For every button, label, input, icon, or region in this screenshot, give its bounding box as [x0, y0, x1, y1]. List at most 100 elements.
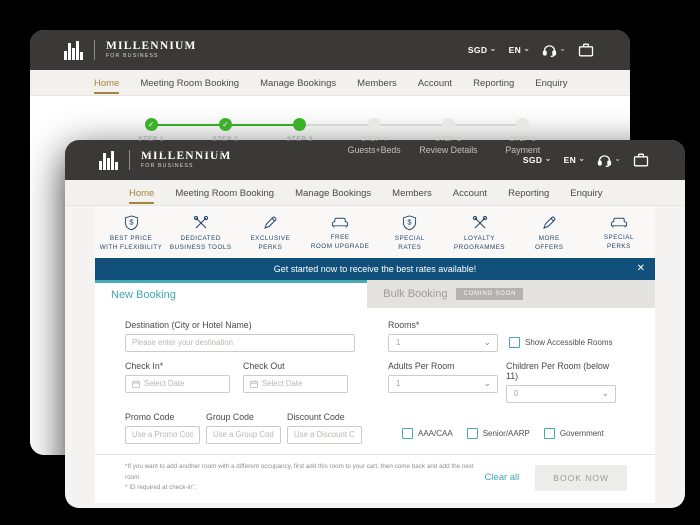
group-code-label: Group Code — [206, 411, 254, 422]
step-1-search[interactable]: ✓ STEP 1 Search — [114, 108, 188, 155]
children-label: Children Per Room (below 11) — [506, 360, 610, 381]
promo-code-input[interactable] — [125, 425, 200, 444]
promo-code-label: Promo Code — [125, 411, 175, 422]
chevron-down-icon: ⌄ — [559, 44, 566, 53]
nav-item-home[interactable]: Home — [129, 182, 155, 204]
checkbox-icon — [509, 336, 520, 348]
current-step-dot-icon — [293, 118, 307, 131]
brand-tagline: FOR BUSINESS — [140, 163, 194, 170]
check-in-date-input[interactable]: Select Date — [125, 374, 230, 393]
check-out-date-input[interactable]: Select Date — [243, 374, 348, 393]
todo-step-dot-icon — [441, 118, 455, 131]
checkbox-icon — [402, 427, 413, 439]
chevron-down-icon: ⌄ — [483, 377, 491, 388]
step-4-guests-beds[interactable]: STEP 4 Guests+Beds — [337, 108, 411, 155]
adults-select[interactable]: 1 ⌄ — [388, 374, 498, 393]
new-booking-form: Destination (City or Hotel Name) Rooms* … — [95, 307, 655, 454]
nav-item-enquiry[interactable]: Enquiry — [535, 72, 567, 94]
children-select[interactable]: 0 ⌄ — [506, 384, 616, 403]
benefit-special-rates: $ SPECIAL RATES — [378, 215, 442, 253]
section-gap — [65, 502, 685, 508]
book-now-button[interactable]: BOOK NOW — [535, 464, 627, 491]
todo-step-dot-icon — [516, 118, 530, 131]
currency-selector[interactable]: SGD ⌄ — [468, 44, 497, 56]
brand-tagline: FOR BUSINESS — [105, 53, 159, 60]
tab-bulk-booking[interactable]: Bulk Booking COMING SOON — [367, 279, 655, 308]
language-selector[interactable]: EN ⌄ — [564, 155, 586, 166]
footnotes: *If you want to add another room with a … — [125, 462, 474, 492]
support-menu[interactable]: ⌄ — [597, 154, 621, 167]
pencil-icon — [264, 216, 277, 229]
aaa-caa-checkbox[interactable]: AAA/CAA — [402, 427, 453, 439]
banner-text: Get started now to receive the best rate… — [273, 263, 477, 274]
step-3-select-rooms[interactable]: STEP 3 Select Rooms — [263, 108, 337, 155]
front-browser-window: MILLENNIUM FOR BUSINESS SGD ⌄ EN ⌄ ⌄ Home … — [65, 140, 685, 508]
main-nav: Home Meeting Room Booking Manage Booking… — [30, 70, 630, 96]
couch-icon — [332, 217, 349, 228]
senior-aarp-checkbox[interactable]: Senior/AARP — [466, 427, 530, 439]
language-selector[interactable]: EN ⌄ — [509, 45, 531, 56]
group-code-input[interactable] — [206, 425, 281, 444]
main-nav: Home Meeting Room Booking Manage Booking… — [65, 180, 685, 206]
benefit-loyalty-programmes: LOYALTY PROGRAMMES — [448, 215, 512, 253]
nav-item-meeting-room-booking[interactable]: Meeting Room Booking — [140, 72, 239, 94]
millennium-bars-icon — [64, 40, 83, 60]
benefit-business-tools: DEDICATED BUSINESS TOOLS — [169, 215, 233, 253]
benefit-exclusive-perks: EXCLUSIVE PERKS — [238, 215, 302, 253]
discount-code-label: Discount Code — [287, 411, 345, 422]
checkbox-icon — [466, 427, 478, 439]
step-6-payment[interactable]: STEP 6 Payment — [486, 108, 560, 155]
nav-item-account[interactable]: Account — [418, 72, 452, 94]
couch-icon — [610, 217, 627, 228]
logo-divider — [93, 40, 95, 60]
brand-logo[interactable]: MILLENNIUM FOR BUSINESS — [64, 40, 197, 60]
todo-step-dot-icon — [367, 118, 381, 131]
checkbox-icon — [543, 427, 555, 439]
close-icon[interactable]: ✕ — [637, 263, 645, 274]
booking-tabs: New Booking Bulk Booking COMING SOON — [95, 279, 655, 308]
form-footer: *If you want to add another room with a … — [95, 453, 655, 503]
chevron-down-icon: ⌄ — [601, 387, 609, 398]
shield-dollar-icon: $ — [124, 215, 138, 231]
step-5-review-details[interactable]: STEP 5 Review Details — [411, 108, 485, 155]
calendar-icon — [250, 380, 258, 388]
nav-item-manage-bookings[interactable]: Manage Bookings — [295, 182, 371, 204]
benefit-room-upgrade: FREE ROOM UPGRADE — [308, 215, 372, 253]
benefit-best-price: $ BEST PRICE WITH FLEXIBILITY — [99, 215, 163, 253]
nav-item-members[interactable]: Members — [392, 182, 432, 204]
check-in-label: Check In* — [125, 360, 164, 371]
nav-item-reporting[interactable]: Reporting — [473, 72, 514, 94]
headset-icon — [598, 154, 612, 167]
nav-item-meeting-room-booking[interactable]: Meeting Room Booking — [175, 182, 274, 204]
destination-input[interactable] — [125, 333, 355, 352]
crossed-tools-icon — [472, 215, 487, 229]
briefcase-icon[interactable] — [578, 43, 594, 57]
show-accessible-rooms-checkbox[interactable]: Show Accessible Rooms — [509, 336, 613, 348]
rooms-select[interactable]: 1 ⌄ — [388, 333, 498, 352]
briefcase-icon[interactable] — [633, 153, 649, 167]
discount-code-input[interactable] — [287, 425, 362, 444]
chevron-down-icon: ⌄ — [489, 44, 497, 53]
crossed-tools-icon — [193, 215, 208, 229]
clear-all-link[interactable]: Clear all — [484, 472, 519, 483]
site-header: MILLENNIUM FOR BUSINESS SGD ⌄ EN ⌄ ⌄ — [30, 30, 630, 70]
chevron-down-icon: ⌄ — [614, 154, 621, 163]
check-circle-icon: ✓ — [144, 118, 158, 131]
nav-item-enquiry[interactable]: Enquiry — [570, 182, 602, 204]
currency-selector[interactable]: SGD ⌄ — [523, 154, 552, 166]
chevron-down-icon: ⌄ — [483, 336, 491, 347]
nav-item-manage-bookings[interactable]: Manage Bookings — [260, 72, 336, 94]
nav-item-members[interactable]: Members — [357, 72, 397, 94]
svg-text:$: $ — [408, 217, 413, 226]
nav-item-account[interactable]: Account — [453, 182, 487, 204]
check-circle-icon: ✓ — [218, 118, 232, 131]
government-checkbox[interactable]: Government — [543, 427, 604, 439]
tab-new-booking[interactable]: New Booking — [95, 279, 368, 308]
support-menu[interactable]: ⌄ — [542, 44, 566, 57]
nav-item-home[interactable]: Home — [94, 72, 120, 94]
benefit-special-perks: SPECIAL PERKS — [587, 215, 651, 253]
chevron-down-icon: ⌄ — [544, 154, 552, 163]
step-2-select-hotel[interactable]: ✓ STEP 2 Select Hotel — [188, 108, 262, 155]
nav-item-reporting[interactable]: Reporting — [508, 182, 549, 204]
benefits-strip: $ BEST PRICE WITH FLEXIBILITY DEDICATED BU… — [95, 206, 655, 258]
